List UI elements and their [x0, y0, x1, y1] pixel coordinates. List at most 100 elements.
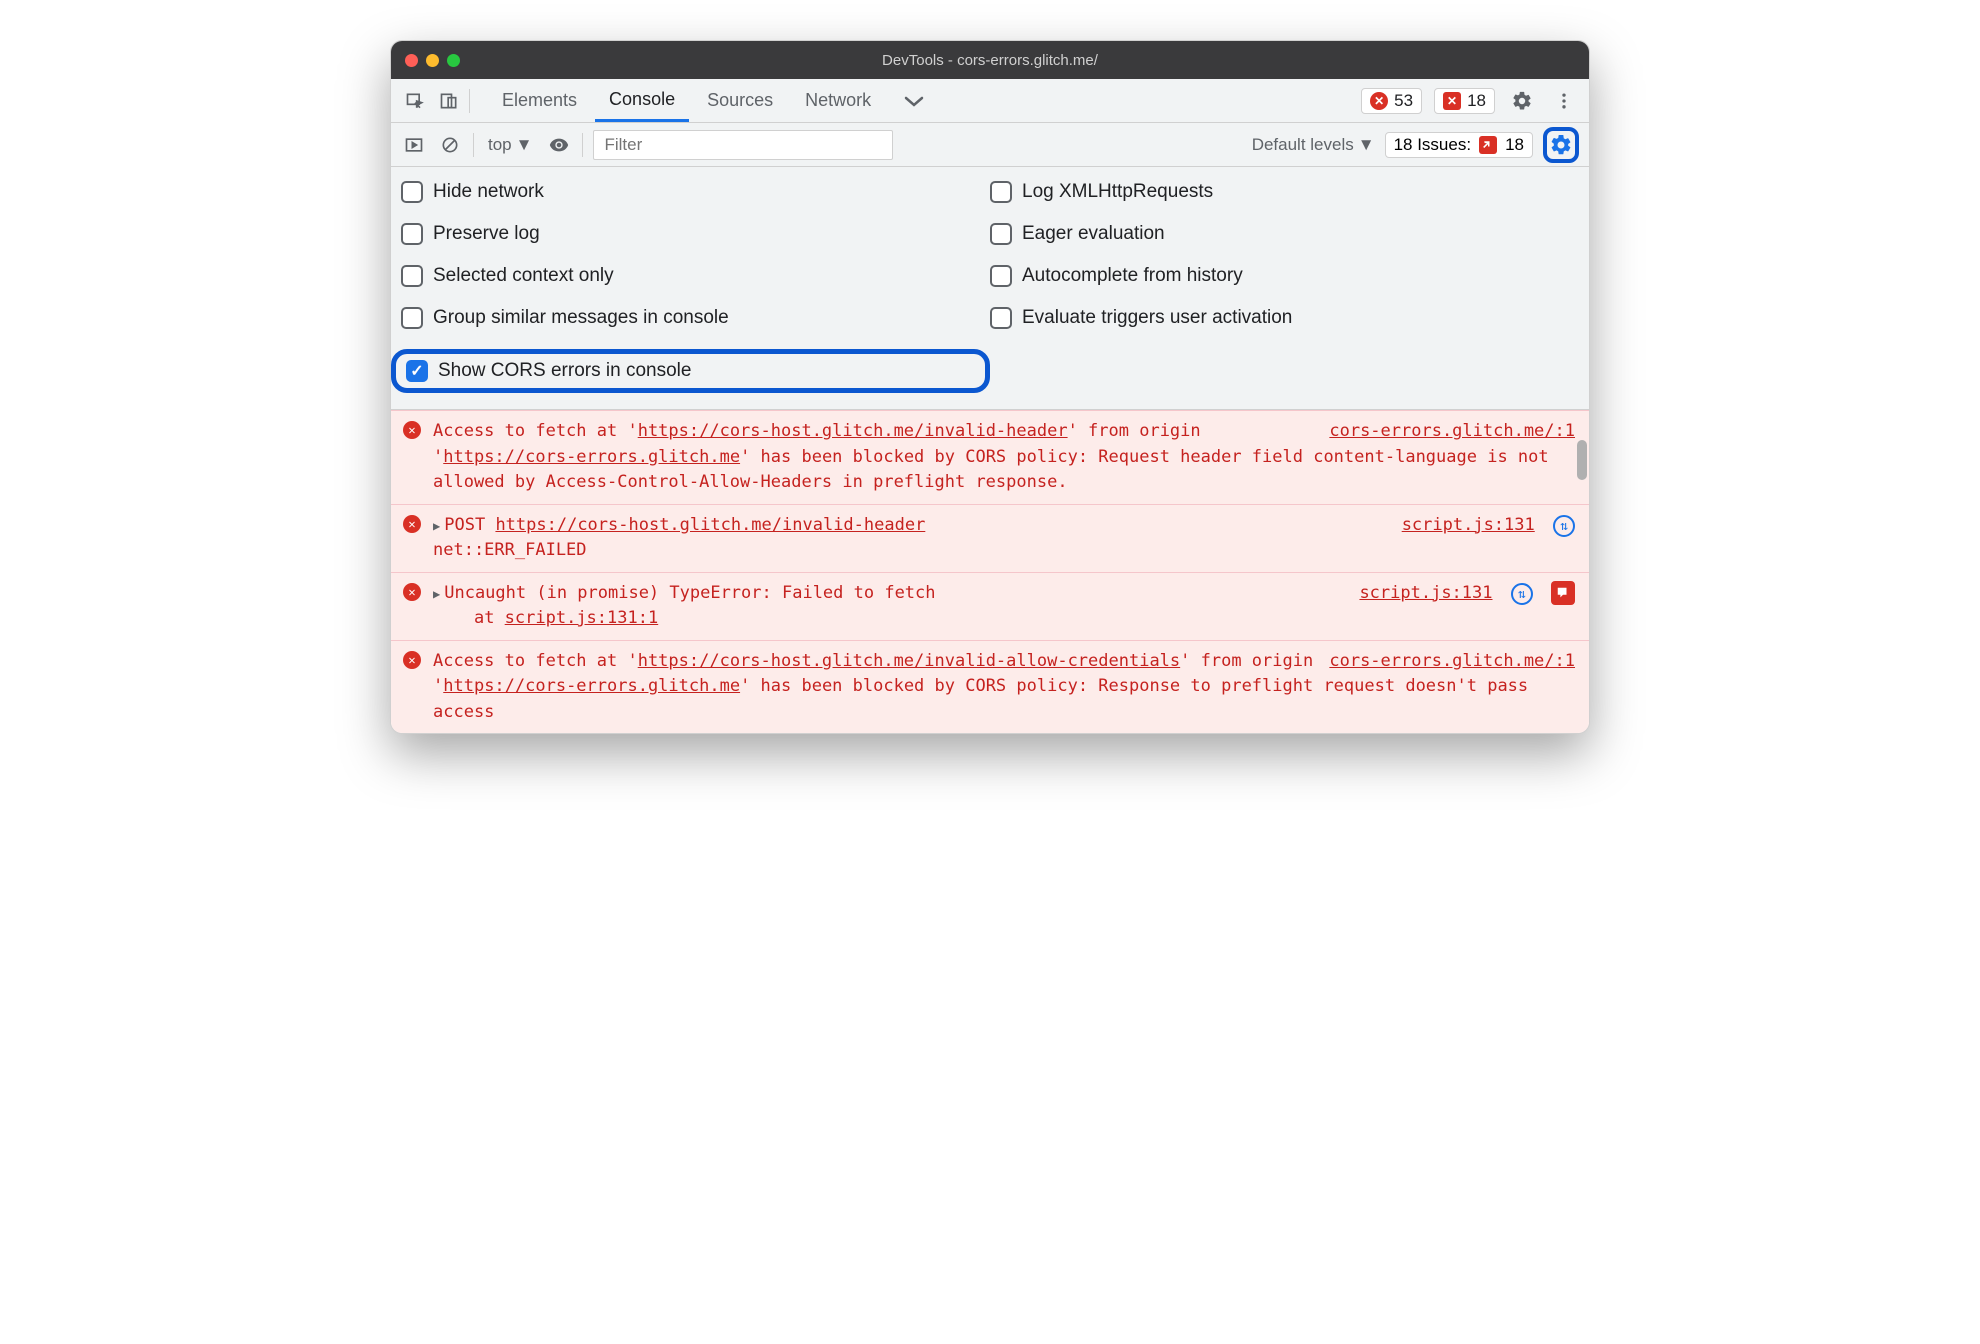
url-link[interactable]: https://cors-host.glitch.me/invalid-allo… [638, 651, 1180, 671]
error-count-badge[interactable]: ✕ 53 [1361, 88, 1422, 114]
close-button[interactable] [405, 54, 418, 67]
source-link[interactable]: script.js:131:1 [505, 608, 659, 628]
minimize-button[interactable] [426, 54, 439, 67]
console-error-network[interactable]: ✕ script.js:131 ⇅ ▶POST https://cors-hos… [391, 504, 1589, 572]
setting-group-similar[interactable]: Group similar messages in console [401, 307, 990, 329]
disclosure-triangle-icon[interactable]: ▶ [433, 519, 440, 533]
initiator-icon[interactable]: ⇅ [1511, 583, 1533, 605]
issues-label: 18 Issues: [1394, 135, 1472, 155]
settings-right-column: Log XMLHttpRequests Eager evaluation Aut… [990, 181, 1579, 393]
tab-overflow[interactable] [889, 79, 939, 122]
setting-log-xhr[interactable]: Log XMLHttpRequests [990, 181, 1579, 203]
source-link[interactable]: cors-errors.glitch.me/:1 [1329, 649, 1575, 675]
source-link[interactable]: script.js:131 [1359, 583, 1492, 603]
issue-square-icon [1479, 136, 1497, 154]
chevron-down-icon: ▼ [1358, 135, 1375, 155]
initiator-icon[interactable]: ⇅ [1553, 515, 1575, 537]
setting-label: Hide network [433, 181, 544, 203]
console-settings-panel: Hide network Preserve log Selected conte… [391, 167, 1589, 410]
issue-count: 18 [1467, 91, 1486, 111]
kebab-menu-icon[interactable] [1549, 86, 1579, 116]
console-error-uncaught[interactable]: ✕ script.js:131 ⇅ ▶Uncaught (in promise)… [391, 572, 1589, 640]
url-link[interactable]: https://cors-host.glitch.me/invalid-head… [638, 421, 1068, 441]
checkbox-icon [990, 307, 1012, 329]
tab-elements[interactable]: Elements [488, 79, 591, 122]
traffic-lights [405, 54, 460, 67]
inspect-icon[interactable] [401, 87, 429, 115]
tab-network[interactable]: Network [791, 79, 885, 122]
checkbox-icon [401, 265, 423, 287]
setting-label: Eager evaluation [1022, 223, 1165, 245]
setting-label: Group similar messages in console [433, 307, 729, 329]
settings-left-column: Hide network Preserve log Selected conte… [401, 181, 990, 393]
clear-console-icon[interactable] [437, 132, 463, 158]
error-circle-icon: ✕ [1370, 92, 1388, 110]
chevron-down-icon: ▼ [516, 135, 533, 155]
levels-label: Default levels [1252, 135, 1354, 155]
issue-indicator-icon[interactable] [1551, 581, 1575, 605]
checkbox-icon [990, 223, 1012, 245]
context-label: top [488, 135, 512, 155]
source-link[interactable]: cors-errors.glitch.me/:1 [1329, 419, 1575, 445]
panel-tabs: Elements Console Sources Network [488, 79, 939, 122]
error-circle-icon: ✕ [403, 651, 421, 669]
console-messages: ✕ cors-errors.glitch.me/:1 Access to fet… [391, 410, 1589, 733]
setting-evaluate-triggers-activation[interactable]: Evaluate triggers user activation [990, 307, 1579, 329]
divider [582, 133, 583, 157]
checkbox-checked-icon [406, 360, 428, 382]
device-toggle-icon[interactable] [435, 87, 463, 115]
checkbox-icon [401, 181, 423, 203]
setting-selected-context-only[interactable]: Selected context only [401, 265, 990, 287]
settings-gear-icon[interactable] [1507, 86, 1537, 116]
titlebar: DevTools - cors-errors.glitch.me/ [391, 41, 1589, 79]
url-link[interactable]: https://cors-host.glitch.me/invalid-head… [495, 515, 925, 535]
checkbox-icon [401, 307, 423, 329]
tab-sources[interactable]: Sources [693, 79, 787, 122]
setting-label: Selected context only [433, 265, 614, 287]
setting-hide-network[interactable]: Hide network [401, 181, 990, 203]
issues-indicator[interactable]: 18 Issues: 18 [1385, 132, 1533, 158]
setting-label: Log XMLHttpRequests [1022, 181, 1213, 203]
setting-label: Evaluate triggers user activation [1022, 307, 1292, 329]
url-link[interactable]: https://cors-errors.glitch.me [443, 676, 740, 696]
setting-autocomplete-history[interactable]: Autocomplete from history [990, 265, 1579, 287]
source-link[interactable]: script.js:131 [1402, 515, 1535, 535]
issues-count: 18 [1505, 135, 1524, 155]
setting-show-cors-errors[interactable]: Show CORS errors in console [406, 360, 691, 382]
setting-show-cors-errors-highlighted: Show CORS errors in console [391, 349, 990, 393]
url-link[interactable]: https://cors-errors.glitch.me [443, 447, 740, 467]
checkbox-icon [990, 181, 1012, 203]
live-expression-icon[interactable] [546, 132, 572, 158]
setting-eager-evaluation[interactable]: Eager evaluation [990, 223, 1579, 245]
divider [469, 89, 470, 113]
setting-label: Preserve log [433, 223, 540, 245]
scrollbar[interactable] [1575, 410, 1587, 733]
console-settings-button[interactable] [1543, 127, 1579, 163]
checkbox-icon [401, 223, 423, 245]
divider [473, 133, 474, 157]
issue-square-icon: ✕ [1443, 92, 1461, 110]
error-circle-icon: ✕ [403, 421, 421, 439]
maximize-button[interactable] [447, 54, 460, 67]
tab-console[interactable]: Console [595, 79, 689, 122]
setting-label: Show CORS errors in console [438, 360, 691, 382]
disclosure-triangle-icon[interactable]: ▶ [433, 587, 440, 601]
checkbox-icon [990, 265, 1012, 287]
context-selector[interactable]: top ▼ [484, 133, 536, 157]
scrollbar-thumb[interactable] [1577, 440, 1587, 480]
error-count: 53 [1394, 91, 1413, 111]
console-toolbar: top ▼ Default levels ▼ 18 Issues: 18 [391, 123, 1589, 167]
setting-label: Autocomplete from history [1022, 265, 1243, 287]
issue-count-badge[interactable]: ✕ 18 [1434, 88, 1495, 114]
error-circle-icon: ✕ [403, 583, 421, 601]
log-levels-selector[interactable]: Default levels ▼ [1252, 135, 1375, 155]
console-error-cors[interactable]: ✕ cors-errors.glitch.me/:1 Access to fet… [391, 410, 1589, 504]
setting-preserve-log[interactable]: Preserve log [401, 223, 990, 245]
console-error-cors[interactable]: ✕ cors-errors.glitch.me/:1 Access to fet… [391, 640, 1589, 734]
main-toolbar: Elements Console Sources Network ✕ 53 ✕ … [391, 79, 1589, 123]
error-circle-icon: ✕ [403, 515, 421, 533]
devtools-window: DevTools - cors-errors.glitch.me/ Elemen… [390, 40, 1590, 734]
window-title: DevTools - cors-errors.glitch.me/ [391, 52, 1589, 69]
filter-input[interactable] [593, 130, 893, 160]
toggle-sidebar-icon[interactable] [401, 132, 427, 158]
